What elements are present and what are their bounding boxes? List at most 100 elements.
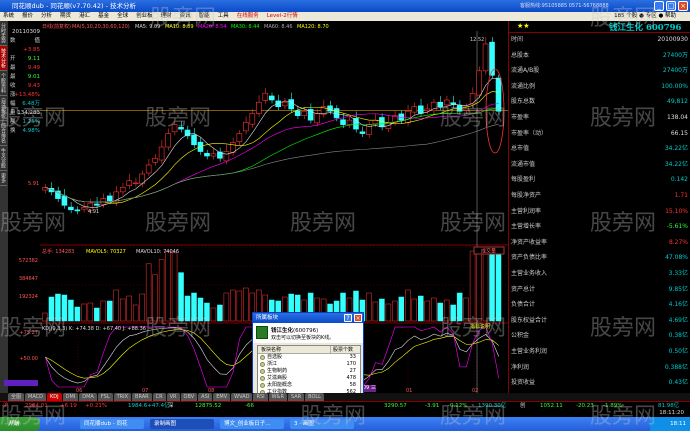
volume-bar	[191, 292, 197, 322]
close-button[interactable]: ×	[678, 1, 688, 11]
menu-item[interactable]: 基金	[98, 12, 109, 21]
sidebar-tab[interactable]: 牛叉诊股	[0, 146, 7, 171]
taskbar-task[interactable]: 录制画图	[150, 419, 214, 429]
col-count-header[interactable]: 股票个数	[330, 346, 353, 354]
volume-bar	[55, 293, 61, 322]
fundamental-value: 4.69亿	[668, 316, 688, 324]
indicator-tab[interactable]: RSI	[253, 393, 268, 401]
fundamental-label: 主营业务利润	[511, 348, 548, 355]
info-row: 最 9.49	[10, 64, 40, 72]
menu-item[interactable]: 分析	[41, 12, 52, 21]
sector-row[interactable]: 生物制药 27	[258, 368, 360, 375]
sector-row[interactable]: 太阳能概念 58	[258, 382, 360, 389]
taskbar-task[interactable]: 博文_创业板日子...	[220, 419, 284, 429]
status-value: 3290.57	[384, 403, 407, 409]
indicator-tab[interactable]: FSL	[97, 393, 113, 401]
help-icon[interactable]: ?	[344, 314, 352, 322]
indicator-tab[interactable]: DMI	[62, 393, 79, 401]
col-name-header[interactable]: 板块名称	[261, 346, 281, 354]
sector-row[interactable]: 艾滋病股 478	[258, 375, 360, 382]
dialog-title-bar: 所属板块 ? ×	[253, 313, 363, 323]
sector-row[interactable]: 浙江 170	[258, 361, 360, 368]
info-row: 最 9.01	[10, 73, 40, 81]
dialog-stock: 钱江生化(600796)	[271, 326, 318, 334]
menu-item[interactable]: 系统	[3, 12, 14, 21]
sidebar-tab[interactable]: 更多	[0, 171, 7, 186]
indicator-tab[interactable]: VR	[166, 393, 180, 401]
taskbar-task[interactable]: 3 · 画图	[290, 419, 354, 429]
info-label: 额	[10, 119, 16, 125]
candle	[353, 118, 359, 130]
menu-item[interactable]: 理财	[161, 12, 172, 21]
menu-item[interactable]: 智能	[199, 12, 210, 21]
menu-item[interactable]: 资讯	[180, 12, 191, 21]
indicator-tab[interactable]: W&R	[268, 393, 287, 401]
sidebar-tab[interactable]: 综合排名	[0, 121, 7, 146]
indicator-tab[interactable]: BOLL	[305, 393, 324, 401]
fundamental-value: 0.38亿	[668, 332, 688, 340]
ma5: MA5: 9.09	[135, 24, 160, 30]
indicator-tab[interactable]: 全图	[8, 393, 25, 401]
candle	[256, 101, 262, 114]
dialog-close-icon[interactable]: ×	[354, 314, 362, 322]
menu-item-red[interactable]: Level-2行情	[267, 12, 298, 21]
sidebar-tab[interactable]: 技术分析	[0, 46, 7, 71]
fundamental-row: 流通A/B股 27400万	[511, 64, 688, 78]
volume-bar	[204, 302, 210, 322]
indicator-tab[interactable]: MACD	[25, 393, 47, 401]
fundamental-label: 主营增长率	[511, 223, 542, 231]
status-value: -66	[245, 403, 254, 409]
fundamental-value: 0.142	[670, 176, 688, 184]
sector-count: 478	[346, 375, 356, 381]
status-value: 81.98亿	[658, 403, 680, 409]
indicator-tab[interactable]: KDJ	[47, 393, 62, 401]
indicator-help-badge[interactable]: 指标说明	[470, 323, 490, 330]
indicator-tab[interactable]: EMV	[213, 393, 231, 401]
sidebar-tab[interactable]: 分时走势	[0, 21, 7, 46]
indicator-tab[interactable]: ASI	[198, 393, 213, 401]
indicator-tab[interactable]: WVAD	[231, 393, 253, 401]
indicator-tab[interactable]: BRAR	[132, 393, 152, 401]
status-value: 深	[168, 403, 174, 409]
menu-item-red[interactable]: 在线服务	[237, 12, 259, 21]
menu-item[interactable]: 报价	[22, 12, 33, 21]
kdj-axis-label: +75.27	[19, 330, 38, 336]
candle	[132, 182, 139, 185]
start-button[interactable]: 开始	[0, 417, 40, 431]
candle	[74, 209, 81, 212]
menu-item[interactable]: 全球	[117, 12, 128, 21]
fundamental-value: 0.43亿	[668, 379, 688, 387]
sector-row[interactable]: 自选股 33	[258, 354, 360, 361]
fundamental-row: 总市值 34.22亿	[511, 142, 688, 156]
menu-item[interactable]: 工具	[218, 12, 229, 21]
menu-right-links[interactable]: 185 个股 ● 专区 ● 帮助	[614, 12, 676, 21]
info-value: 9.43	[27, 83, 40, 89]
maximize-button[interactable]: □	[666, 1, 676, 11]
candle	[126, 180, 133, 186]
volume-bar	[210, 307, 217, 322]
info-value: 9.01	[27, 74, 40, 80]
ma30: MA30: 8.44	[231, 24, 260, 30]
indicator-tab[interactable]: SAR	[287, 393, 305, 401]
indicator-tab[interactable]: CR	[152, 393, 166, 401]
fundamental-row: 每股盈利 0.142	[511, 173, 688, 187]
minimize-button[interactable]: _	[654, 1, 664, 11]
sidebar-tab[interactable]: 自选报价	[0, 96, 7, 121]
candle	[81, 207, 87, 210]
menu-item[interactable]: 期货	[60, 12, 71, 21]
menu-item[interactable]: 创业板	[136, 12, 153, 21]
candle	[262, 92, 269, 101]
indicator-tab[interactable]: TRIX	[113, 393, 132, 401]
fundamental-value: 34.22亿	[664, 160, 688, 168]
indicator-tab[interactable]: OBV	[180, 393, 198, 401]
sector-count: 170	[346, 361, 356, 367]
table-header: 板块名称 股票个数	[258, 346, 360, 354]
indicator-tab[interactable]: DMA	[79, 393, 97, 401]
sidebar-tab[interactable]: 个股资料	[0, 71, 7, 96]
taskbar-task[interactable]: 同花顺dub - 同花	[80, 419, 144, 429]
info-row: 量 134,283	[10, 109, 40, 117]
menu-item[interactable]: 港汇	[79, 12, 90, 21]
mavol5: MAVOL5: 70327	[86, 249, 126, 255]
info-value: 4.98%	[22, 128, 40, 134]
volume-bar	[418, 295, 424, 322]
